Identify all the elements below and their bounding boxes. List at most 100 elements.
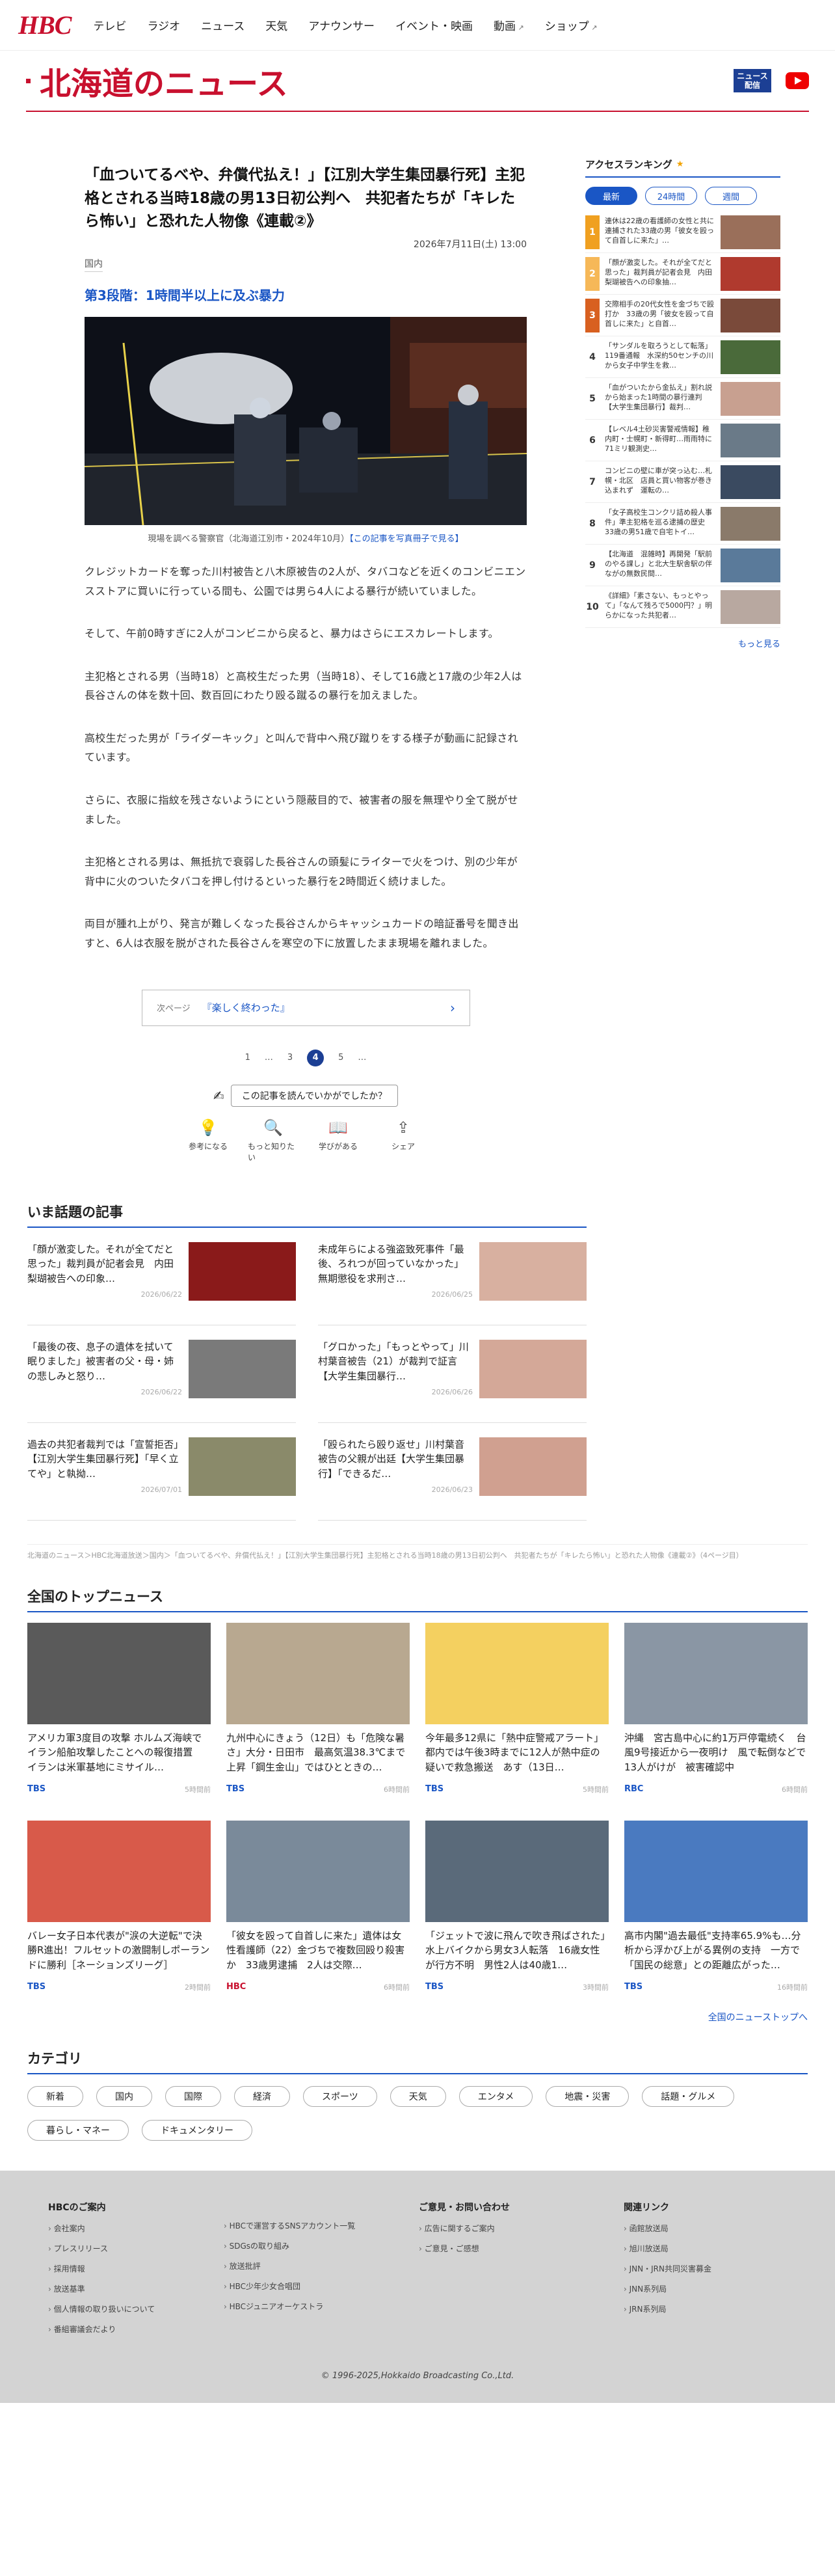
top-news-card[interactable]: 沖縄 宮古島中心に約1万戸停電続く 台風9号接近から一夜明け 風で転倒などで13… (624, 1622, 808, 1801)
footer-link[interactable]: HBC少年少女合唱団 (224, 2281, 419, 2292)
share-button[interactable]: ⇪ シェア (378, 1119, 429, 1163)
footer-link[interactable]: SDGsの取り組み (224, 2240, 419, 2251)
ranking-thumbnail (721, 548, 780, 582)
nav-shop[interactable]: ショップ (545, 17, 598, 33)
reaction-learn-button[interactable]: 📖 学びがある (313, 1119, 364, 1163)
top-news-card[interactable]: 「彼女を殴って自首しに来た」遺体は女性看護師（22）金づちで複数回殴り殺害か 3… (226, 1820, 410, 1999)
category-chip[interactable]: 話題・グルメ (642, 2085, 735, 2107)
reaction-more-button[interactable]: 🔍 もっと知りたい (248, 1119, 298, 1163)
top-news-card[interactable]: 高市内閣"過去最低"支持率65.9%も…分析から浮かび上がる異例の支持 一方で「… (624, 1820, 808, 1999)
top-news-card[interactable]: 「ジェットで波に飛んで吹き飛ばされた」水上バイクから男女3人転落 16歳女性が行… (425, 1820, 609, 1999)
category-chip[interactable]: 国内 (96, 2085, 152, 2107)
news-age: 6時間前 (384, 1785, 410, 1794)
trending-item[interactable]: 「グロかった」「もっとやって」川村葉音被告（21）が裁判で証言【大学生集団暴行…… (318, 1325, 587, 1423)
hbc-logo[interactable]: HBC (18, 10, 72, 40)
ranking-more-link[interactable]: もっと見る (585, 637, 780, 649)
nav-tv[interactable]: テレビ (93, 17, 126, 33)
ranking-item[interactable]: 2 「顔が激変した。それが全てだと思った」裁判員が記者会見 内田梨瑚被告への印象抽… (585, 253, 780, 295)
category-chip[interactable]: 地震・災害 (546, 2085, 630, 2107)
news-age: 16時間前 (777, 1983, 808, 1992)
trending-item[interactable]: 未成年らによる強盗致死事件「最後、ろれつが回っていなかった」無期懲役を求刑さ… 2… (318, 1228, 587, 1325)
ranking-headline: 連休は22歳の看護師の女性と共に 連捕された33歳の男「彼女を殴って自首しに来た… (605, 216, 715, 245)
article-photo[interactable] (85, 316, 527, 525)
reaction-label: 参考になる (188, 1141, 228, 1151)
ranking-item[interactable]: 7 コンビニの壁に車が突っ込む…札幌・北区 店員と買い物客が巻き込まれず 運転の… (585, 461, 780, 503)
nav-weather[interactable]: 天気 (265, 17, 287, 33)
footer-column: ご意見・お問い合わせ広告に関するご案内ご意見・ご感想 (419, 2201, 624, 2344)
trending-item[interactable]: 過去の共犯者裁判では「宣誓拒否」【江別大学生集団暴行死】「早く立てや」と執拗… 2… (27, 1423, 296, 1521)
reaction-helpful-button[interactable]: 💡 参考になる (183, 1119, 233, 1163)
footer-link[interactable]: HBCで運営するSNSアカウント一覧 (224, 2220, 419, 2231)
news-source: HBC (226, 1981, 246, 1992)
ranking-thumbnail (721, 298, 780, 332)
news-delivery-badge[interactable]: ニュース 配信 (734, 69, 771, 92)
top-news-card[interactable]: アメリカ軍3度目の攻撃 ホルムズ海峡でイラン船舶攻撃したことへの報復措置 イラン… (27, 1622, 211, 1801)
footer-link[interactable]: 函館放送局 (624, 2223, 786, 2234)
category-chip[interactable]: 新着 (27, 2085, 83, 2107)
section-title: 北海道のニュース (26, 58, 288, 103)
category-chip[interactable]: 経済 (234, 2085, 290, 2107)
footer-link[interactable]: 放送批評 (224, 2260, 419, 2271)
category-chip[interactable]: スポーツ (303, 2085, 377, 2107)
youtube-icon[interactable] (786, 72, 809, 89)
next-page-button[interactable]: 次ページ 『楽しく終わった』 › (142, 989, 470, 1026)
top-news-meta: TBS 3時間前 (425, 1982, 609, 1992)
footer-link[interactable]: 個人情報の取り扱いについて (48, 2303, 224, 2314)
footer-link[interactable]: 採用情報 (48, 2263, 224, 2274)
nav-events[interactable]: イベント・映画 (395, 17, 473, 33)
nav-announcer[interactable]: アナウンサー (308, 17, 375, 33)
trending-item[interactable]: 「顔が激変した。それが全てだと思った」裁判員が記者会見 内田梨瑚被告への印象… 2… (27, 1228, 296, 1325)
footer-link[interactable]: プレスリリース (48, 2243, 224, 2254)
nav-video[interactable]: 動画 (494, 17, 524, 33)
trending-headline: 未成年らによる強盗致死事件「最後、ろれつが回っていなかった」無期懲役を求刑さ… (318, 1243, 464, 1284)
footer-link[interactable]: 放送基準 (48, 2283, 224, 2294)
article-category[interactable]: 国内 (85, 257, 103, 272)
category-chip[interactable]: 暮らし・マネー (27, 2119, 129, 2141)
ranking-item[interactable]: 1 連休は22歳の看護師の女性と共に 連捕された33歳の男「彼女を殴って自首しに来… (585, 211, 780, 253)
top-news-headline: 「ジェットで波に飛んで吹き飛ばされた」水上バイクから男女3人転落 16歳女性が行… (425, 1929, 605, 1971)
footer-link[interactable]: HBCジュニアオーケストラ (224, 2301, 419, 2312)
footer-link[interactable]: 広告に関するご案内 (419, 2223, 624, 2234)
ranking-tab-latest[interactable]: 最新 (585, 187, 637, 205)
top-news-card[interactable]: 今年最多12県に「熱中症警戒アラート」都内では午後3時までに12人が熱中症の疑い… (425, 1622, 609, 1801)
top-news-title: 全国のトップニュース (27, 1586, 808, 1612)
trending-section: いま話題の記事 「顔が激変した。それが全てだと思った」裁判員が記者会見 内田梨瑚… (27, 1202, 587, 1521)
ranking-item[interactable]: 4 「サンダルを取ろうとして転落」119番通報 水深約50センチの川から女子中学生… (585, 336, 780, 378)
trending-item[interactable]: 「最後の夜、息子の遺体を拭いて眠りました」被害者の父・母・姉の悲しみと怒り… 20… (27, 1325, 296, 1423)
footer-link[interactable]: JNN系列局 (624, 2283, 786, 2294)
footer-link[interactable]: ご意見・ご感想 (419, 2243, 624, 2254)
trending-headline: 「殴られたら殴り返せ」川村葉音被告の父親が出廷【大学生集団暴行】「できるだ… (318, 1438, 465, 1480)
page-link[interactable]: 3 (287, 1053, 293, 1063)
all-news-link[interactable]: 全国のニューストップへ (27, 2011, 808, 2024)
footer-link[interactable]: 旭川放送局 (624, 2243, 786, 2254)
category-chip[interactable]: 天気 (390, 2085, 446, 2107)
category-chip[interactable]: 国際 (165, 2085, 221, 2107)
page-link[interactable]: 5 (338, 1053, 343, 1063)
page-link[interactable]: 1 (245, 1053, 250, 1063)
ranking-tab-24h[interactable]: 24時間 (645, 187, 697, 205)
footer-link[interactable]: JRN系列局 (624, 2303, 786, 2314)
photo-gallery-link[interactable]: 【この記事を写真冊子で見る】 (349, 534, 464, 544)
ranking-item[interactable]: 3 交際相手の20代女性を金づちで殴打か 33歳の男「彼女を殴って自首しに来た」と… (585, 295, 780, 336)
news-age: 6時間前 (782, 1785, 808, 1794)
ranking-item[interactable]: 5 「血がついたから金払え」割れ説から始まった1時間の暴行連判【大学生集団暴行】裁… (585, 378, 780, 420)
top-news-card[interactable]: 九州中心にきょう（12日）も「危険な暑さ」大分・日田市 最高気温38.3℃まで上… (226, 1622, 410, 1801)
nav-radio[interactable]: ラジオ (147, 17, 180, 33)
top-news-card[interactable]: バレー女子日本代表が"涙の大逆転"で決勝R進出！フルセットの激闘制しポーランドに… (27, 1820, 211, 1999)
ranking-number: 2 (585, 256, 600, 291)
ranking-item[interactable]: 10 《詳細》「素さない、もっとやって」「なんて残ろで5000円？」明らかになった… (585, 586, 780, 628)
lightbulb-icon: 💡 (198, 1118, 218, 1137)
footer-link[interactable]: 会社案内 (48, 2223, 224, 2234)
ranking-item[interactable]: 9 【北海道 混雑時】再開発「駅前のやる課し」と北大生駅舎駅の伴ながの無数民間… (585, 545, 780, 586)
ranking-item[interactable]: 8 「女子高校生コンクリ詰め殺人事件」準主犯格を巡る逮捕の歴史 33歳の男51歳で… (585, 503, 780, 545)
ranking-tab-week[interactable]: 週間 (705, 187, 757, 205)
nav-news[interactable]: ニュース (201, 17, 245, 33)
trending-thumbnail (189, 1339, 296, 1398)
category-chip[interactable]: エンタメ (458, 2085, 533, 2107)
ranking-item[interactable]: 6 【レベル4土砂災害警戒情報】稚内町・士幌町・新得町…雨雨特に71ミリ観測史… (585, 420, 780, 461)
ranking-headline: 「顔が激変した。それが全てだと思った」裁判員が記者会見 内田梨瑚被告への印象抽… (605, 258, 712, 287)
trending-item[interactable]: 「殴られたら殴り返せ」川村葉音被告の父親が出廷【大学生集団暴行】「できるだ… 20… (318, 1423, 587, 1521)
footer-link[interactable]: 番組審議会だより (48, 2324, 224, 2335)
category-chip[interactable]: ドキュメンタリー (142, 2119, 252, 2141)
footer-link[interactable]: JNN・JRN共同災害募金 (624, 2263, 786, 2274)
